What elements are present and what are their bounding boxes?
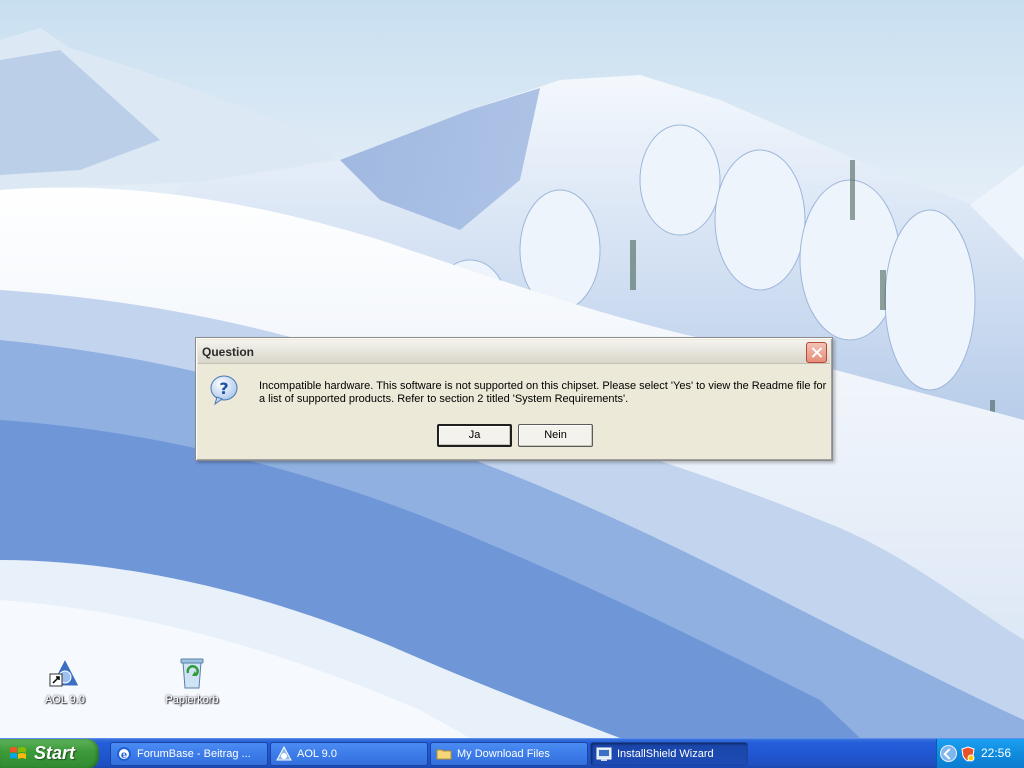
dialog-titlebar[interactable]: Question — [198, 340, 830, 364]
dialog-message: Incompatible hardware. This software is … — [259, 380, 827, 405]
taskbar-item-installshield[interactable]: InstallShield Wizard — [590, 742, 748, 766]
start-label: Start — [34, 743, 76, 763]
folder-icon — [436, 746, 452, 762]
question-icon: ? — [208, 374, 240, 406]
taskbar-item-label: InstallShield Wizard — [617, 748, 714, 760]
windows-logo-icon — [9, 746, 27, 762]
svg-text:e: e — [121, 750, 127, 761]
taskbar-item-aol[interactable]: AOL 9.0 — [270, 742, 428, 766]
desktop-icon-recycle-bin[interactable]: Papierkorb — [155, 656, 229, 706]
aol-icon — [276, 745, 292, 762]
recycle-bin-icon — [175, 656, 209, 690]
security-shield-icon[interactable] — [961, 746, 975, 762]
question-dialog: Question ? Incompatible hardware. This s… — [195, 337, 833, 461]
taskbar-item-downloads[interactable]: My Download Files — [430, 742, 588, 766]
taskbar-item-forumbase[interactable]: e ForumBase - Beitrag ... — [110, 742, 268, 766]
taskbar-item-label: ForumBase - Beitrag ... — [137, 748, 251, 760]
clock: 22:56 — [981, 746, 1012, 760]
desktop-icon-label: AOL 9.0 — [45, 694, 85, 706]
close-icon[interactable] — [806, 342, 827, 363]
yes-button[interactable]: Ja — [437, 424, 512, 447]
no-button[interactable]: Nein — [518, 424, 593, 447]
taskbar-item-label: AOL 9.0 — [297, 748, 337, 760]
taskbar: Start e ForumBase - Beitrag ... AOL 9.0 … — [0, 738, 1024, 768]
svg-text:?: ? — [219, 379, 228, 398]
dialog-title: Question — [202, 345, 255, 359]
taskbar-item-label: My Download Files — [457, 748, 550, 760]
aol-icon — [48, 656, 82, 690]
show-hidden-icons-icon[interactable] — [940, 745, 957, 762]
desktop-icon-aol[interactable]: AOL 9.0 — [28, 656, 102, 706]
ie-icon: e — [116, 746, 132, 762]
installer-icon — [596, 746, 612, 762]
system-tray: 22:56 — [936, 739, 1024, 768]
start-button[interactable]: Start — [0, 739, 99, 768]
desktop-icon-label: Papierkorb — [165, 694, 219, 706]
